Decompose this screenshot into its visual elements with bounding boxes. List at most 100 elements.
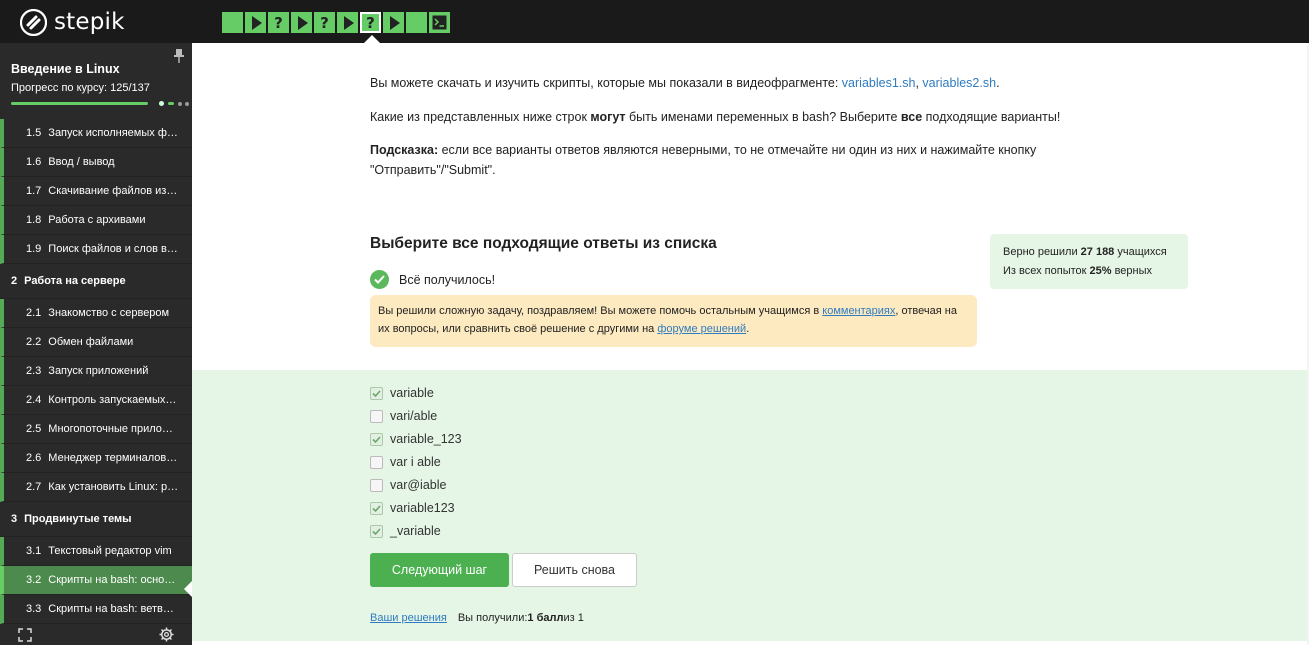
item-number: 1.5	[26, 127, 42, 139]
item-label: Продвинутые темы	[24, 513, 132, 525]
item-label: Менеджер терминалов…	[48, 452, 178, 464]
lesson-steps-bar: ???	[222, 12, 452, 33]
your-solutions-link[interactable]: Ваши решения	[370, 612, 447, 624]
checkbox-checked[interactable]	[370, 524, 383, 538]
item-number: 3.2	[26, 574, 42, 586]
step-7[interactable]: ?	[360, 12, 381, 33]
item-number: 1.7	[26, 185, 42, 197]
checkbox-checked[interactable]	[370, 386, 383, 400]
step-1[interactable]	[222, 12, 243, 33]
score-value: 1 балл	[527, 612, 564, 624]
sidebar-section[interactable]: 2 Работа на сервере	[0, 264, 192, 299]
answer-option[interactable]: _variable	[370, 524, 441, 538]
sidebar-lesson-item[interactable]: 2.5 Многопоточные прило…	[0, 415, 192, 444]
sidebar-lesson-item[interactable]: 1.8 Работа с архивами	[0, 206, 192, 235]
item-label: Работа с архивами	[48, 214, 146, 226]
answer-option[interactable]: var i able	[370, 455, 441, 469]
sidebar-lesson-item[interactable]: 3.2 Скрипты на bash: осно…	[0, 566, 192, 595]
course-title[interactable]: Введение в Linux	[11, 62, 181, 76]
notice-text: Вы решили сложную задачу, поздравляем! В…	[378, 305, 823, 317]
script-link-1[interactable]: variables1.sh	[842, 76, 916, 90]
answer-option[interactable]: variable	[370, 386, 434, 400]
sidebar-section[interactable]: 3 Продвинутые темы	[0, 502, 192, 537]
sidebar-lesson-item[interactable]: 2.4 Контроль запускаемых…	[0, 386, 192, 415]
checkbox-checked[interactable]	[370, 501, 383, 515]
solutions-forum-link[interactable]: форуме решений	[657, 323, 746, 335]
question-text: быть именами переменных в bash? Выберите	[625, 110, 901, 124]
answer-option[interactable]: variable123	[370, 501, 455, 515]
step-10[interactable]	[429, 12, 450, 33]
sidebar-lesson-item[interactable]: 2.1 Знакомство с сервером	[0, 299, 192, 328]
step-5[interactable]: ?	[314, 12, 335, 33]
option-label: var i able	[390, 455, 441, 469]
item-label: Скрипты на bash: осно…	[48, 574, 176, 586]
stepik-logo-icon	[20, 8, 47, 36]
sidebar-lesson-item[interactable]: 1.7 Скачивание файлов из…	[0, 177, 192, 206]
item-label: Скрипты на bash: ветв…	[48, 603, 174, 615]
item-number: 2.6	[26, 452, 42, 464]
sidebar-lesson-item[interactable]: 1.6 Ввод / вывод	[0, 148, 192, 177]
comments-link[interactable]: комментариях	[822, 305, 895, 317]
item-label: Обмен файлами	[48, 336, 134, 348]
sidebar-lesson-item[interactable]: 1.9 Поиск файлов и слов в…	[0, 235, 192, 264]
stats-text: учащихся	[1114, 246, 1167, 258]
question-icon: ?	[320, 13, 329, 32]
sidebar-lesson-item[interactable]: 2.6 Менеджер терминалов…	[0, 444, 192, 473]
stepik-logo[interactable]: stepik	[20, 8, 125, 36]
checkbox-checked[interactable]	[370, 432, 383, 446]
stats-text: Верно решили	[1003, 246, 1081, 258]
answer-option[interactable]: vari/able	[370, 409, 437, 423]
checkbox-unchecked[interactable]	[370, 409, 383, 423]
step-3[interactable]: ?	[268, 12, 289, 33]
current-step-pointer	[364, 35, 380, 43]
score-text: Вы получили:	[457, 612, 528, 624]
answer-area: variable vari/able variable_123var i able v…	[192, 370, 1309, 641]
fullscreen-icon[interactable]	[18, 628, 32, 642]
answer-option[interactable]: var@iable	[370, 478, 446, 492]
hint-text: если все варианты ответов являются невер…	[370, 143, 1037, 177]
sidebar-lesson-item[interactable]: 2.3 Запуск приложений	[0, 357, 192, 386]
item-label: Многопоточные прило…	[48, 423, 173, 435]
item-label: Поиск файлов и слов в…	[48, 243, 178, 255]
stats-attempts: Из всех попыток 25% верных	[1003, 262, 1175, 281]
course-progress: Прогресс по курсу: 125/137	[11, 82, 181, 94]
question-paragraph: Какие из представленных ниже строк могут…	[370, 107, 1090, 127]
logo-text: stepik	[54, 9, 125, 35]
progress-value: 125/137	[110, 82, 150, 94]
quiz-title: Выберите все подходящие ответы из списка	[370, 235, 717, 252]
item-number: 2.5	[26, 423, 42, 435]
step-9[interactable]	[406, 12, 427, 33]
course-sidebar: Введение в Linux Прогресс по курсу: 125/…	[0, 43, 192, 645]
intro-text: Вы можете скачать и изучить скрипты, кот…	[370, 76, 842, 90]
script-link-2[interactable]: variables2.sh	[922, 76, 996, 90]
sidebar-lesson-item[interactable]: 3.1 Текстовый редактор vim	[0, 537, 192, 566]
next-step-button[interactable]: Следующий шаг	[370, 553, 509, 587]
option-label: _variable	[390, 524, 441, 538]
item-label: Текстовый редактор vim	[48, 545, 172, 557]
step-4[interactable]	[291, 12, 312, 33]
pin-icon[interactable]	[174, 49, 184, 63]
stats-text: верных	[1111, 265, 1153, 277]
sidebar-lesson-item[interactable]: 1.5 Запуск исполняемых ф…	[0, 119, 192, 148]
option-label: variable	[390, 386, 434, 400]
checkbox-unchecked[interactable]	[370, 478, 383, 492]
retry-button[interactable]: Решить снова	[512, 553, 637, 587]
terminal-icon	[432, 15, 447, 30]
checkbox-unchecked[interactable]	[370, 455, 383, 469]
checkmark-icon	[372, 504, 381, 512]
item-number: 3.1	[26, 545, 42, 557]
item-number: 3.3	[26, 603, 42, 615]
step-8[interactable]	[383, 12, 404, 33]
option-label: var@iable	[390, 478, 447, 492]
step-2[interactable]	[245, 12, 266, 33]
checkmark-icon	[372, 389, 381, 397]
item-number: 1.9	[26, 243, 42, 255]
step-6[interactable]	[337, 12, 358, 33]
sidebar-header: Введение в Linux Прогресс по курсу: 125/…	[0, 43, 192, 119]
sidebar-lesson-item[interactable]: 2.7 Как установить Linux: р…	[0, 473, 192, 502]
checkmark-icon	[372, 435, 381, 443]
sidebar-lesson-item[interactable]: 3.3 Скрипты на bash: ветв…	[0, 595, 192, 624]
answer-option[interactable]: variable_123	[370, 432, 462, 446]
sidebar-lesson-item[interactable]: 2.2 Обмен файлами	[0, 328, 192, 357]
gear-icon[interactable]	[159, 627, 174, 642]
